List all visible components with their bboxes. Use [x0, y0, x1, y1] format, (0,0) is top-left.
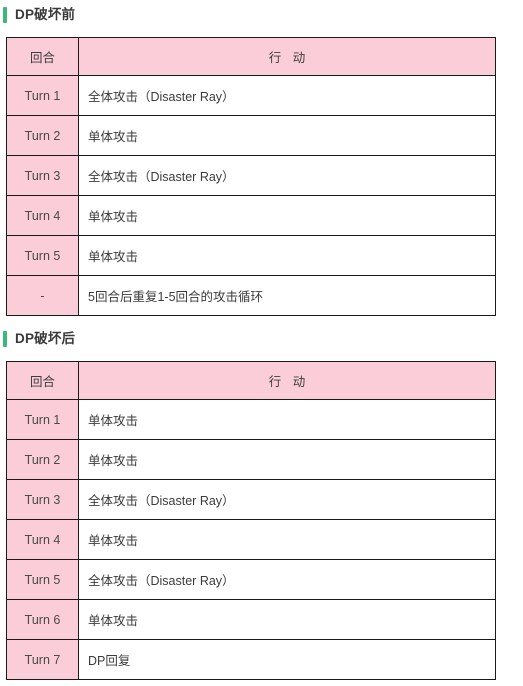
section-heading-dp-before: DP破坏前 [0, 4, 523, 26]
cell-turn: Turn 2 [6, 115, 79, 156]
table-header-row: 回合 行 动 [6, 361, 496, 400]
table-header-2: 回合 行 动 [6, 361, 496, 400]
table-row: Turn 5 全体攻击（Disaster Ray） [6, 559, 496, 600]
cell-action: 单体攻击 [78, 439, 496, 480]
cell-action: 单体攻击 [78, 599, 496, 640]
table-row: Turn 5 单体攻击 [6, 235, 496, 276]
table-row: - 5回合后重复1-5回合的攻击循环 [6, 275, 496, 316]
column-header-action: 行 动 [78, 361, 496, 400]
column-header-action: 行 动 [78, 37, 496, 76]
cell-turn: Turn 7 [6, 639, 79, 680]
cell-turn: Turn 4 [6, 519, 79, 560]
cell-action: 全体攻击（Disaster Ray） [78, 75, 496, 116]
cell-action: 单体攻击 [78, 519, 496, 560]
spacer-heading-table-1 [0, 26, 523, 37]
section-heading-label: DP破坏后 [15, 331, 76, 346]
accent-bar-icon [3, 7, 7, 23]
spacer-heading-table-2 [0, 350, 523, 361]
cell-turn: Turn 3 [6, 479, 79, 520]
cell-action: 全体攻击（Disaster Ray） [78, 479, 496, 520]
table-row: Turn 3 全体攻击（Disaster Ray） [6, 155, 496, 196]
cell-turn: Turn 4 [6, 195, 79, 236]
cell-action: 单体攻击 [78, 235, 496, 276]
cell-action: 单体攻击 [78, 195, 496, 236]
section-heading-dp-after: DP破坏后 [0, 328, 523, 350]
cell-turn: Turn 5 [6, 559, 79, 600]
cell-action: 单体攻击 [78, 115, 496, 156]
cell-turn: Turn 5 [6, 235, 79, 276]
table-body-1: Turn 1 全体攻击（Disaster Ray） Turn 2 单体攻击 Tu… [6, 75, 496, 316]
cell-action: 5回合后重复1-5回合的攻击循环 [78, 275, 496, 316]
cell-action: 全体攻击（Disaster Ray） [78, 155, 496, 196]
table-row: Turn 1 单体攻击 [6, 399, 496, 440]
table-row: Turn 4 单体攻击 [6, 519, 496, 560]
table-row: Turn 6 单体攻击 [6, 599, 496, 640]
section-heading-label: DP破坏前 [15, 7, 76, 22]
turn-table-dp-before: 回合 行 动 Turn 1 全体攻击（Disaster Ray） Turn 2 … [6, 37, 496, 316]
column-header-turn: 回合 [6, 361, 79, 400]
table-row: Turn 2 单体攻击 [6, 439, 496, 480]
table-row: Turn 2 单体攻击 [6, 115, 496, 156]
table-header-1: 回合 行 动 [6, 37, 496, 76]
cell-turn: Turn 6 [6, 599, 79, 640]
table-row: Turn 7 DP回复 [6, 639, 496, 680]
table-row: Turn 1 全体攻击（Disaster Ray） [6, 75, 496, 116]
table-body-2: Turn 1 单体攻击 Turn 2 单体攻击 Turn 3 全体攻击（Disa… [6, 399, 496, 680]
cell-turn: - [6, 275, 79, 316]
table-header-row: 回合 行 动 [6, 37, 496, 76]
cell-turn: Turn 3 [6, 155, 79, 196]
column-header-turn: 回合 [6, 37, 79, 76]
table-row: Turn 4 单体攻击 [6, 195, 496, 236]
table-row: Turn 3 全体攻击（Disaster Ray） [6, 479, 496, 520]
cell-action: 单体攻击 [78, 399, 496, 440]
cell-turn: Turn 2 [6, 439, 79, 480]
cell-turn: Turn 1 [6, 399, 79, 440]
accent-bar-icon [3, 331, 7, 347]
cell-action: DP回复 [78, 639, 496, 680]
spacer-table-heading [0, 316, 523, 328]
cell-turn: Turn 1 [6, 75, 79, 116]
cell-action: 全体攻击（Disaster Ray） [78, 559, 496, 600]
turn-table-dp-after: 回合 行 动 Turn 1 单体攻击 Turn 2 单体攻击 Turn 3 全体… [6, 361, 496, 680]
page-root: DP破坏前 回合 行 动 Turn 1 全体攻击（Disaster Ray） T… [0, 0, 523, 686]
